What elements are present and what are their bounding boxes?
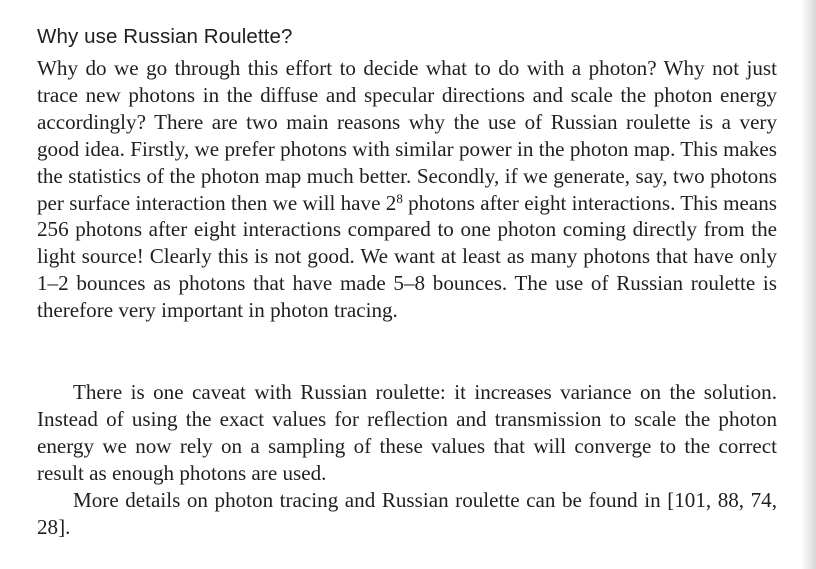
paragraph-3: More details on photon tracing and Russi… [37, 488, 777, 539]
page-edge-shadow [800, 0, 816, 569]
paragraph-2: There is one caveat with Russian roulett… [37, 380, 777, 485]
paragraph-1: Why do we go through this effort to deci… [37, 55, 777, 324]
document-page: Why use Russian Roulette? Why do we go t… [0, 0, 816, 569]
section-heading: Why use Russian Roulette? [37, 25, 293, 48]
